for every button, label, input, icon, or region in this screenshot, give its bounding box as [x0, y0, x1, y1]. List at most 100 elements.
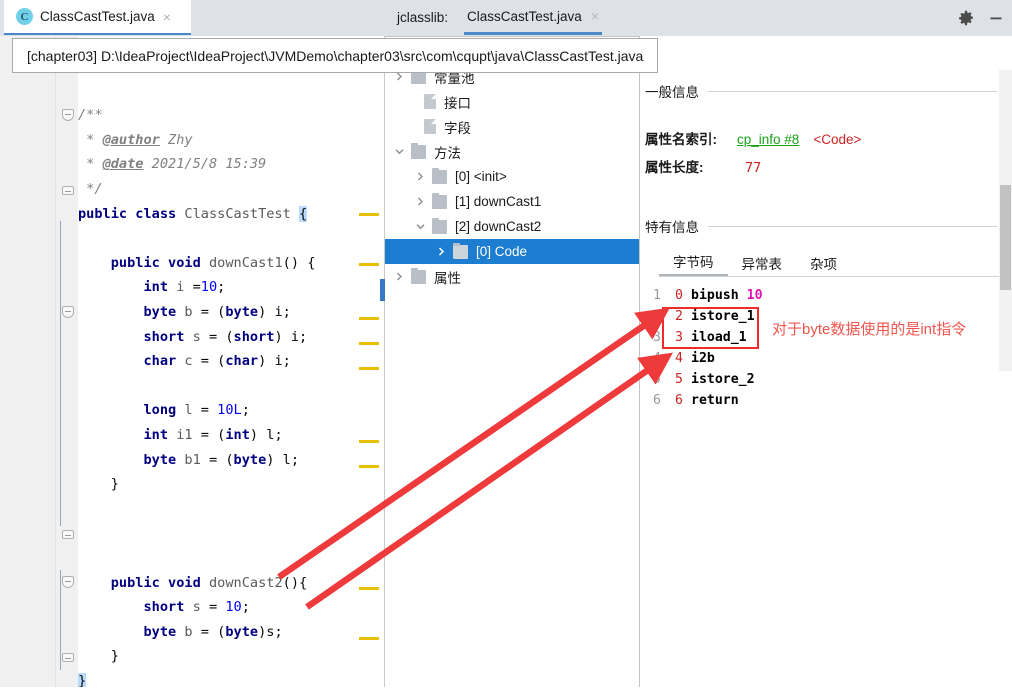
tree-node-method-init[interactable]: [0] <init>	[385, 164, 668, 189]
editor-marker-strip[interactable]	[355, 36, 385, 687]
code-line: short s = (short) i;	[143, 328, 308, 345]
bytecode-row[interactable]: 6 6 return	[645, 390, 945, 411]
warning-marker[interactable]	[359, 342, 379, 345]
warning-marker[interactable]	[359, 263, 379, 266]
fold-handle[interactable]	[62, 109, 74, 121]
code-line: }	[78, 476, 119, 493]
code-text-area[interactable]: /** * @author Zhy * @date 2021/5/8 15:39…	[78, 36, 355, 687]
chevron-right-icon[interactable]	[393, 270, 406, 283]
detail-scrollbar[interactable]	[999, 70, 1012, 371]
tree-node-methods[interactable]: 方法	[385, 139, 647, 164]
tree-node-label: 字段	[444, 120, 471, 136]
jclasslib-panel-header: jclasslib: ClassCastTest.java ×	[385, 0, 1012, 36]
line-number-gutter	[0, 36, 56, 687]
close-icon[interactable]: ×	[591, 9, 599, 23]
specific-info-section-header: 特有信息	[645, 216, 997, 236]
close-icon[interactable]: ×	[163, 10, 171, 24]
fold-handle[interactable]	[62, 653, 74, 662]
chevron-right-icon[interactable]	[414, 195, 427, 208]
bytecode-row[interactable]: 4 4 i2b	[645, 348, 945, 369]
chevron-right-icon[interactable]	[414, 170, 427, 183]
detail-subtabs: 字节码 异常表 杂项	[659, 247, 999, 277]
bytecode-row[interactable]: 5 5 istore_2	[645, 369, 945, 390]
minimize-icon[interactable]	[988, 10, 1004, 26]
code-line: short s = 10;	[143, 599, 250, 616]
folder-icon	[453, 242, 468, 259]
indent-guide	[60, 221, 61, 526]
code-line: }	[78, 648, 119, 665]
warning-marker[interactable]	[359, 317, 379, 320]
warning-marker[interactable]	[359, 465, 379, 468]
fold-handle[interactable]	[62, 530, 74, 539]
bytecode-line-number: 3	[653, 330, 661, 345]
tree-node-label: 接口	[444, 95, 471, 111]
tree-node-method-downcast1[interactable]: [1] downCast1	[385, 189, 668, 214]
tree-node-method-downcast2[interactable]: [2] downCast2	[385, 214, 668, 239]
section-rule	[708, 90, 997, 92]
tab-bytecode[interactable]: 字节码	[659, 248, 728, 277]
file-path-tooltip: [chapter03] D:\IdeaProject\IdeaProject\J…	[12, 38, 659, 73]
code-line: */	[78, 180, 103, 197]
editor-tab-classcasttest[interactable]: C ClassCastTest.java ×	[4, 0, 191, 35]
tree-node-label: 属性	[434, 270, 461, 286]
code-line: int i1 = (int) l;	[143, 426, 283, 443]
bytecode-offset: 0	[675, 288, 683, 303]
tab-label: 字节码	[673, 255, 714, 270]
tree-node-fields[interactable]: 字段	[385, 114, 665, 139]
bytecode-line-number: 2	[653, 309, 661, 324]
tab-label: 杂项	[810, 256, 837, 272]
section-title: 一般信息	[645, 85, 699, 100]
jclasslib-tabstrip: jclasslib: ClassCastTest.java ×	[385, 0, 960, 35]
folder-icon	[432, 167, 447, 184]
code-line: byte b = (byte)s;	[143, 623, 283, 640]
bytecode-line-number: 1	[653, 288, 661, 303]
bytecode-line-number: 5	[653, 372, 661, 387]
classfile-tree[interactable]: 一般信息 常量池 接口 字段 方法	[385, 36, 689, 687]
bytecode-mnemonic[interactable]: bipush	[691, 288, 739, 303]
attribute-length-row: 属性长度: 77	[645, 156, 761, 176]
code-line: public class ClassCastTest {	[78, 205, 308, 222]
warning-marker[interactable]	[359, 637, 379, 640]
chevron-down-icon[interactable]	[393, 145, 406, 158]
cp-info-link[interactable]: cp_info #8	[737, 132, 799, 147]
jclasslib-tab-classcasttest[interactable]: ClassCastTest.java ×	[464, 0, 602, 35]
jclasslib-prefix-label: jclasslib:	[397, 10, 449, 25]
bytecode-mnemonic[interactable]: i2b	[691, 351, 715, 366]
bytecode-offset: 5	[675, 372, 683, 387]
no-arrow	[411, 120, 424, 133]
tree-node-label: [1] downCast1	[455, 194, 542, 209]
tree-node-label: [0] <init>	[455, 169, 507, 184]
gear-icon[interactable]	[958, 10, 974, 26]
field-label: 属性长度:	[645, 160, 704, 175]
warning-marker[interactable]	[359, 367, 379, 370]
app-window: C ClassCastTest.java × jclasslib: ClassC…	[0, 0, 1012, 687]
chevron-right-icon[interactable]	[435, 245, 448, 258]
code-line: public void downCast2(){	[110, 574, 308, 591]
tab-misc[interactable]: 杂项	[796, 248, 851, 277]
field-label: 属性名索引:	[645, 132, 717, 147]
warning-marker[interactable]	[359, 213, 379, 216]
tree-node-interfaces[interactable]: 接口	[385, 89, 665, 114]
tab-exception-table[interactable]: 异常表	[728, 248, 797, 277]
bytecode-mnemonic[interactable]: istore_2	[691, 372, 755, 387]
detail-panel-divider	[639, 36, 640, 687]
fold-handle[interactable]	[62, 576, 74, 588]
java-class-icon: C	[16, 8, 33, 25]
fold-handle[interactable]	[62, 306, 74, 318]
warning-marker[interactable]	[359, 440, 379, 443]
code-line: /**	[78, 107, 103, 124]
bytecode-row[interactable]: 1 0 bipush 10	[645, 285, 945, 306]
bytecode-mnemonic[interactable]: return	[691, 393, 739, 408]
fold-handle[interactable]	[62, 186, 74, 195]
code-line: byte b1 = (byte) l;	[143, 451, 300, 468]
bytecode-offset: 4	[675, 351, 683, 366]
warning-marker[interactable]	[359, 587, 379, 590]
section-title: 特有信息	[645, 220, 699, 235]
code-line: * @date 2021/5/8 15:39	[78, 156, 267, 173]
detail-scrollbar-thumb[interactable]	[1000, 185, 1011, 290]
no-arrow	[411, 95, 424, 108]
indent-guide	[60, 570, 61, 670]
chevron-down-icon[interactable]	[414, 220, 427, 233]
tree-node-attributes[interactable]: 属性	[385, 264, 647, 289]
code-editor[interactable]: 2 3 4 5 6 7 8 9 10 11 12 13 14 15 16 17 …	[0, 36, 385, 687]
